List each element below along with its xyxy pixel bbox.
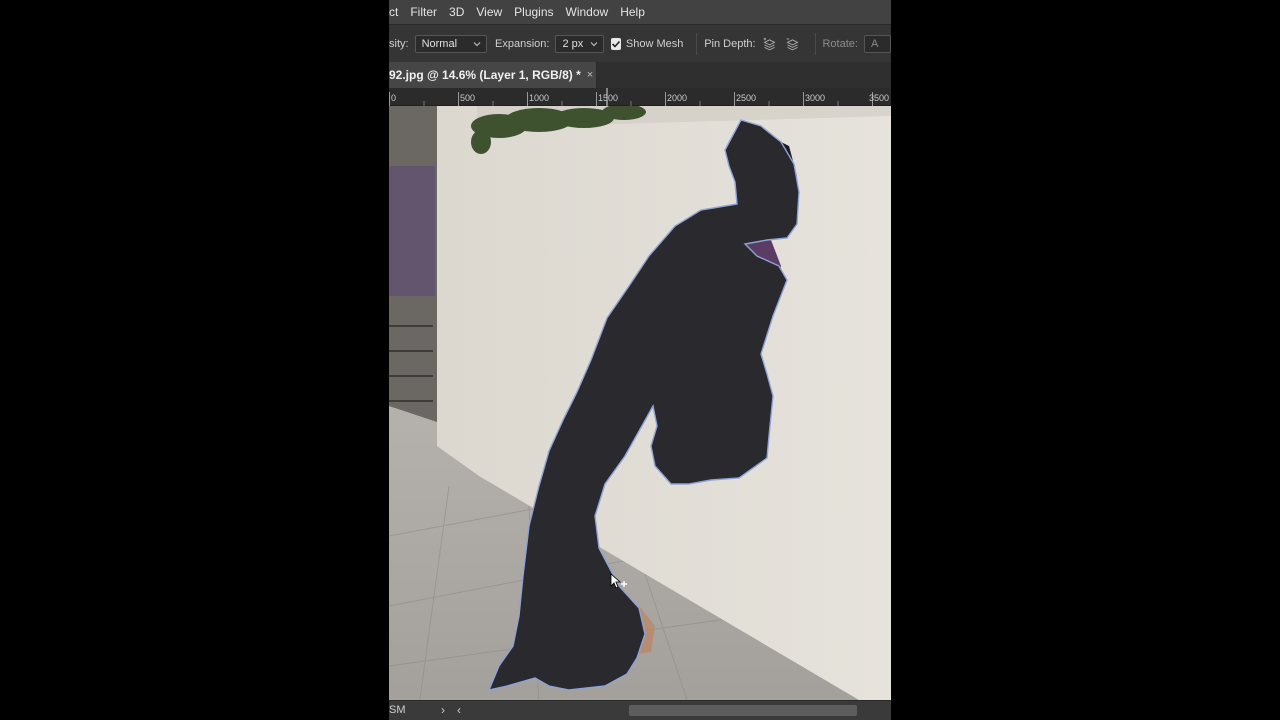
status-expand-arrow[interactable]: › bbox=[441, 703, 445, 717]
horizontal-ruler[interactable]: 0 500 1000 1500 2000 2500 3000 3500 bbox=[389, 88, 891, 106]
menu-select[interactable]: ct bbox=[389, 0, 404, 24]
pin-depth-front-icon[interactable] bbox=[762, 35, 777, 53]
expansion-select[interactable]: 2 px bbox=[555, 34, 605, 53]
ruler-label: 1000 bbox=[529, 93, 550, 103]
photoshop-window: ct Filter 3D View Plugins Window Help si… bbox=[389, 0, 891, 720]
ruler-label: 1500 bbox=[598, 93, 619, 103]
pin-depth-label: Pin Depth: bbox=[704, 37, 756, 50]
chevron-down-icon bbox=[473, 41, 481, 46]
options-bar: sity: Normal Expansion: 2 px Show Mesh P… bbox=[389, 24, 891, 62]
document-tab-strip: 92.jpg @ 14.6% (Layer 1, RGB/8) * × bbox=[389, 62, 891, 88]
photo-with-puppet-warp-mesh bbox=[389, 106, 891, 700]
menu-3d[interactable]: 3D bbox=[443, 0, 470, 24]
show-mesh-label: Show Mesh bbox=[625, 37, 684, 50]
rotate-select-value: A bbox=[870, 37, 879, 50]
ruler-label: 500 bbox=[460, 93, 476, 103]
status-bar: SM › ‹ bbox=[389, 700, 891, 720]
pin-depth-back-icon[interactable] bbox=[785, 35, 800, 53]
checkmark-icon bbox=[611, 40, 620, 48]
rotate-select[interactable]: A bbox=[863, 34, 891, 53]
document-canvas[interactable] bbox=[389, 106, 891, 700]
document-tab[interactable]: 92.jpg @ 14.6% (Layer 1, RGB/8) * × bbox=[389, 62, 597, 88]
background-railing bbox=[389, 166, 435, 296]
ruler-label: 3500 bbox=[869, 93, 890, 103]
scroll-left-arrow[interactable]: ‹ bbox=[457, 703, 461, 717]
rotate-label: Rotate: bbox=[822, 37, 858, 50]
ruler-label: 0 bbox=[391, 93, 397, 103]
status-text: SM bbox=[389, 704, 406, 716]
ruler-label: 2500 bbox=[736, 93, 757, 103]
density-label: sity: bbox=[389, 37, 409, 50]
options-divider bbox=[696, 32, 698, 55]
expansion-select-value: 2 px bbox=[562, 37, 584, 50]
menu-window[interactable]: Window bbox=[560, 0, 615, 24]
menu-plugins[interactable]: Plugins bbox=[508, 0, 559, 24]
menu-bar: ct Filter 3D View Plugins Window Help bbox=[389, 0, 891, 24]
menu-help[interactable]: Help bbox=[614, 0, 651, 24]
show-mesh-checkbox[interactable] bbox=[610, 37, 621, 50]
options-divider bbox=[814, 32, 816, 55]
ruler-label: 3000 bbox=[805, 93, 826, 103]
ruler-label: 2000 bbox=[667, 93, 688, 103]
mode-select[interactable]: Normal bbox=[414, 34, 487, 53]
menu-filter[interactable]: Filter bbox=[404, 0, 443, 24]
chevron-down-icon bbox=[590, 41, 598, 46]
horizontal-scrollbar-thumb[interactable] bbox=[629, 705, 857, 716]
close-icon[interactable]: × bbox=[587, 69, 593, 81]
expansion-label: Expansion: bbox=[495, 37, 550, 50]
mode-select-value: Normal bbox=[421, 37, 458, 50]
document-tab-title: 92.jpg @ 14.6% (Layer 1, RGB/8) * bbox=[389, 68, 581, 82]
menu-view[interactable]: View bbox=[470, 0, 508, 24]
